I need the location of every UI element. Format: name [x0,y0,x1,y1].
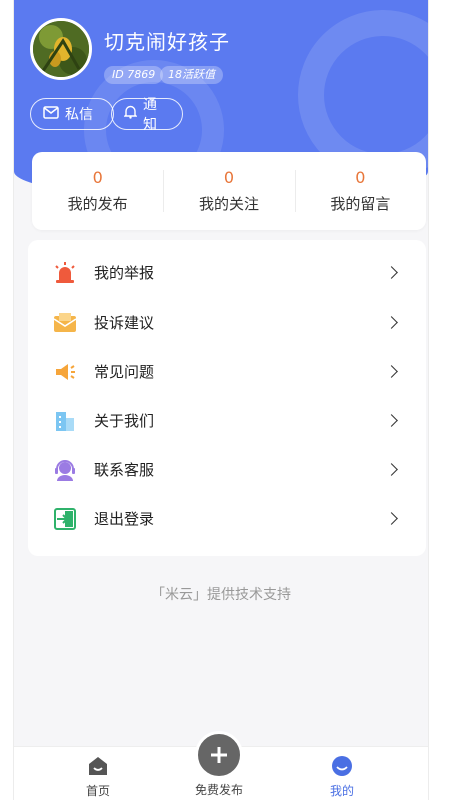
menu-item-label: 常见问题 [94,363,155,381]
activity-badge: 18活跃值 [160,66,223,84]
tab-me[interactable]: 我的 [302,755,382,799]
chevron-right-icon [385,316,398,329]
message-button[interactable]: 私信 [30,98,114,130]
alarm-icon [52,260,78,286]
envelope-icon [52,310,78,336]
building-icon [52,408,78,434]
stat-label: 我的发布 [67,195,128,213]
tab-me-label: 我的 [329,784,354,798]
user-id-badge: ID 7869 [104,66,164,84]
menu-item-contact-support[interactable]: 联系客服 [28,445,426,494]
chevron-right-icon [385,512,398,525]
avatar[interactable] [30,18,92,80]
menu-item-about-us[interactable]: 关于我们 [28,396,426,445]
tech-support-text: 「米云」提供技术支持 [151,587,291,603]
stat-my-follows[interactable]: 0 我的关注 [163,152,294,230]
tab-publish-label: 免费发布 [194,783,243,797]
stat-label: 我的留言 [330,195,391,213]
stat-count: 0 [223,168,235,187]
chevron-right-icon [385,266,398,279]
stat-my-posts[interactable]: 0 我的发布 [32,152,163,230]
chevron-right-icon [385,463,398,476]
menu-item-feedback[interactable]: 投诉建议 [28,298,426,347]
menu-item-faq[interactable]: 常见问题 [28,347,426,396]
menu-list: 我的举报 投诉建议 常见问题 关于我们 联系客服 退出登录 [28,240,426,556]
menu-item-label: 投诉建议 [94,314,155,332]
logout-icon [52,506,78,532]
message-button-label: 私信 [65,107,93,123]
notification-button[interactable]: 通知 [111,97,183,133]
menu-item-label: 退出登录 [94,510,155,528]
screen: 切克闹好孩子 ID 7869 18活跃值 私信 通知 0 我的发布 0 我的关注… [14,0,428,800]
home-icon [87,757,109,780]
stats-card: 0 我的发布 0 我的关注 0 我的留言 [32,152,426,230]
menu-item-label: 联系客服 [94,461,155,479]
tab-home-label: 首页 [85,784,110,798]
menu-item-my-reports[interactable]: 我的举报 [28,248,426,297]
tab-home[interactable]: 首页 [58,755,138,799]
stat-label: 我的关注 [198,195,259,213]
notification-button-label: 通知 [143,97,157,133]
plus-icon [195,731,243,779]
tab-publish[interactable]: 免费发布 [179,731,259,798]
stat-my-comments[interactable]: 0 我的留言 [294,152,426,230]
headset-icon [52,457,78,483]
bell-icon [123,105,138,123]
username: 切克闹好孩子 [104,30,230,54]
stat-count: 0 [355,168,366,187]
stat-count: 0 [92,168,103,187]
menu-item-label: 关于我们 [94,412,155,430]
megaphone-icon [52,359,78,385]
chevron-right-icon [385,365,398,378]
menu-item-logout[interactable]: 退出登录 [28,494,426,543]
profile-icon [331,756,353,780]
tab-bar: 首页 免费发布 我的 [14,731,428,800]
mail-icon [43,105,59,123]
menu-item-label: 我的举报 [94,264,155,282]
chevron-right-icon [385,414,398,427]
